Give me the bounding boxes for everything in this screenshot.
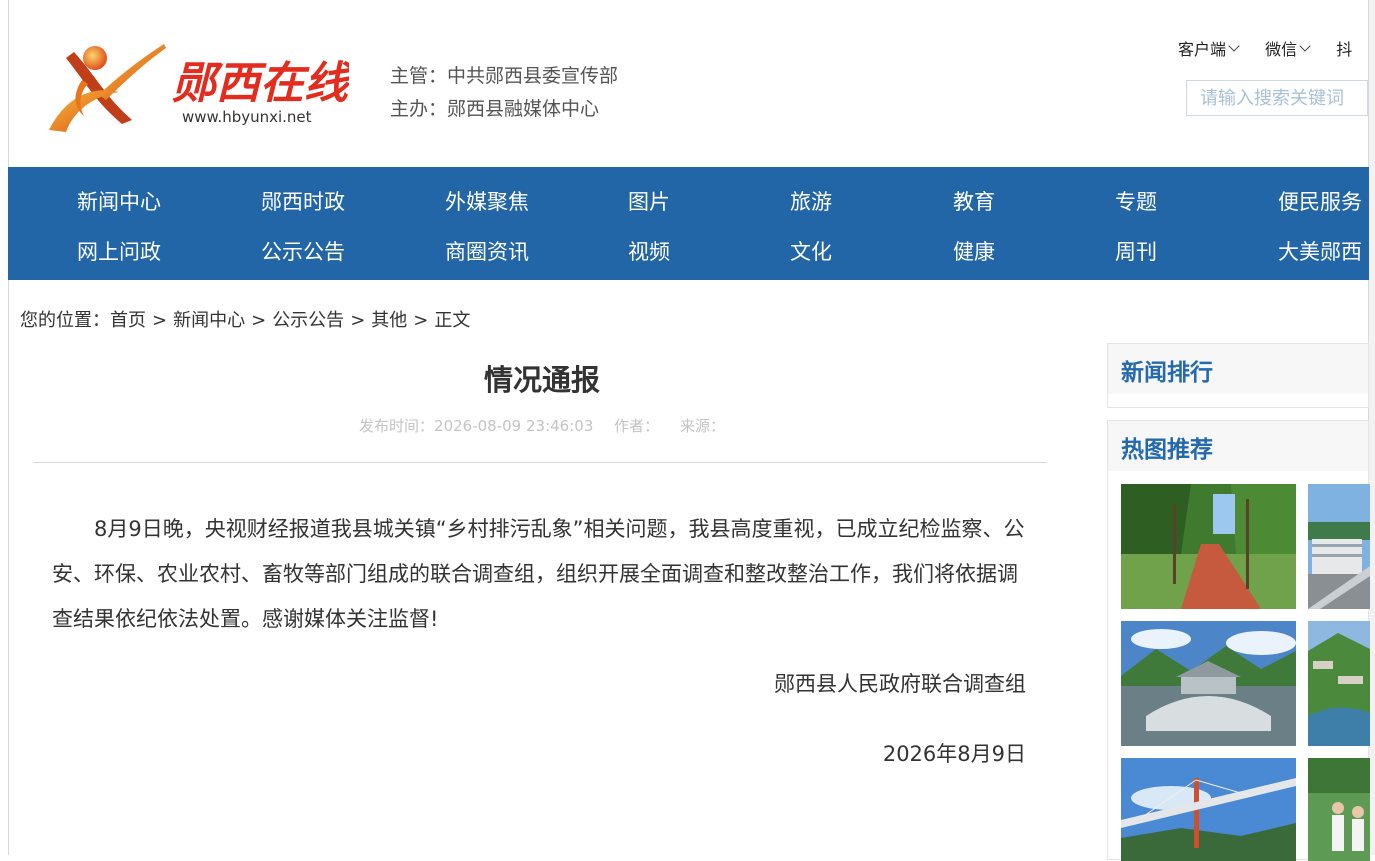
breadcrumb: 您的位置：首页 > 新闻中心 > 公示公告 > 其他 > 正文: [20, 306, 470, 332]
breadcrumb-home[interactable]: 首页: [110, 310, 146, 331]
article-publish-time: 发布时间：2026-08-09 23:46:03: [359, 417, 594, 435]
nav-pictures[interactable]: 图片: [628, 186, 670, 216]
nav-online-inquiry[interactable]: 网上问政: [77, 236, 161, 266]
nav-yunxi-politics[interactable]: 郧西时政: [261, 186, 345, 216]
hot-picture-thumb[interactable]: [1121, 758, 1296, 861]
top-links: 客户端 微信 抖: [1178, 36, 1374, 60]
window-left-edge: [0, 0, 9, 855]
article-signature: 郧西县人民政府联合调查组: [774, 672, 1026, 696]
nav-topics[interactable]: 专题: [1115, 186, 1157, 216]
article-meta: 发布时间：2026-08-09 23:46:03 作者： 来源：: [22, 415, 1062, 436]
nav-tourism[interactable]: 旅游: [790, 186, 832, 216]
sponsor-supervisor: 主管：中共郧西县委宣传部: [390, 65, 619, 87]
breadcrumb-separator: >: [152, 310, 168, 331]
hot-picture-thumb[interactable]: [1308, 621, 1370, 746]
breadcrumb-label: 您的位置：: [20, 310, 110, 331]
nav-video[interactable]: 视频: [628, 236, 670, 266]
nav-education[interactable]: 教育: [953, 186, 995, 216]
article-body: 8月9日晚，央视财经报道我县城关镇“乡村排污乱象”相关问题，我县高度重视，已成立…: [52, 517, 1025, 631]
logo-figure-head: [83, 46, 107, 70]
main-nav: 新闻中心 郧西时政 外媒聚焦 图片 旅游 教育 专题 便民服务 网上问政 公示公…: [8, 167, 1369, 280]
nav-health[interactable]: 健康: [953, 236, 995, 266]
hot-picture-thumb[interactable]: [1121, 621, 1296, 746]
top-link-douyin[interactable]: 抖: [1336, 36, 1352, 60]
nav-culture[interactable]: 文化: [790, 236, 832, 266]
hot-picture-thumb[interactable]: [1308, 484, 1370, 609]
chevron-down-icon: [1228, 39, 1240, 52]
hot-picture-thumb[interactable]: [1308, 758, 1370, 861]
article-title: 情况通报: [483, 363, 600, 397]
breadcrumb-separator: >: [413, 310, 429, 331]
article-divider: [33, 462, 1047, 463]
sponsor-host: 主办：郧西县融媒体中心: [390, 98, 600, 120]
article-source: 来源：: [679, 417, 725, 435]
breadcrumb-separator: >: [251, 310, 267, 331]
nav-news-center[interactable]: 新闻中心: [77, 186, 161, 216]
top-link-wechat[interactable]: 微信: [1265, 36, 1311, 60]
nav-weekly[interactable]: 周刊: [1115, 236, 1157, 266]
nav-business-news[interactable]: 商圈资讯: [445, 236, 529, 266]
breadcrumb-other[interactable]: 其他: [371, 310, 407, 331]
site-logo[interactable]: 郧西在线 www.hbyunxi.net: [44, 40, 349, 135]
news-ranking-panel: 新闻排行: [1107, 343, 1369, 408]
nav-foreign-media[interactable]: 外媒聚焦: [445, 186, 529, 216]
hot-picture-thumb[interactable]: [1121, 484, 1296, 609]
breadcrumb-announcements[interactable]: 公示公告: [272, 310, 344, 331]
breadcrumb-news-center[interactable]: 新闻中心: [173, 310, 245, 331]
news-ranking-title[interactable]: 新闻排行: [1121, 353, 1213, 387]
nav-beautiful-yunxi[interactable]: 大美郧西: [1278, 236, 1362, 266]
hot-pictures-title[interactable]: 热图推荐: [1121, 430, 1213, 464]
logo-site-name: 郧西在线: [172, 58, 349, 109]
nav-announcements[interactable]: 公示公告: [261, 236, 345, 266]
article-author: 作者：: [614, 417, 660, 435]
search-input[interactable]: [1186, 80, 1368, 116]
breadcrumb-current: 正文: [434, 310, 471, 331]
chevron-down-icon: [1299, 39, 1311, 52]
nav-services[interactable]: 便民服务: [1278, 186, 1362, 216]
top-link-client[interactable]: 客户端: [1178, 36, 1240, 60]
logo-site-url: www.hbyunxi.net: [182, 108, 312, 126]
breadcrumb-separator: >: [350, 310, 366, 331]
hot-pictures-panel: 热图推荐: [1107, 420, 1370, 861]
article: 情况通报 发布时间：2026-08-09 23:46:03 作者： 来源： 8月…: [22, 343, 1062, 855]
article-date: 2026年8月9日: [882, 742, 1026, 766]
sponsor-info: 主管：中共郧西县委宣传部 主办：郧西县融媒体中心: [390, 60, 618, 126]
